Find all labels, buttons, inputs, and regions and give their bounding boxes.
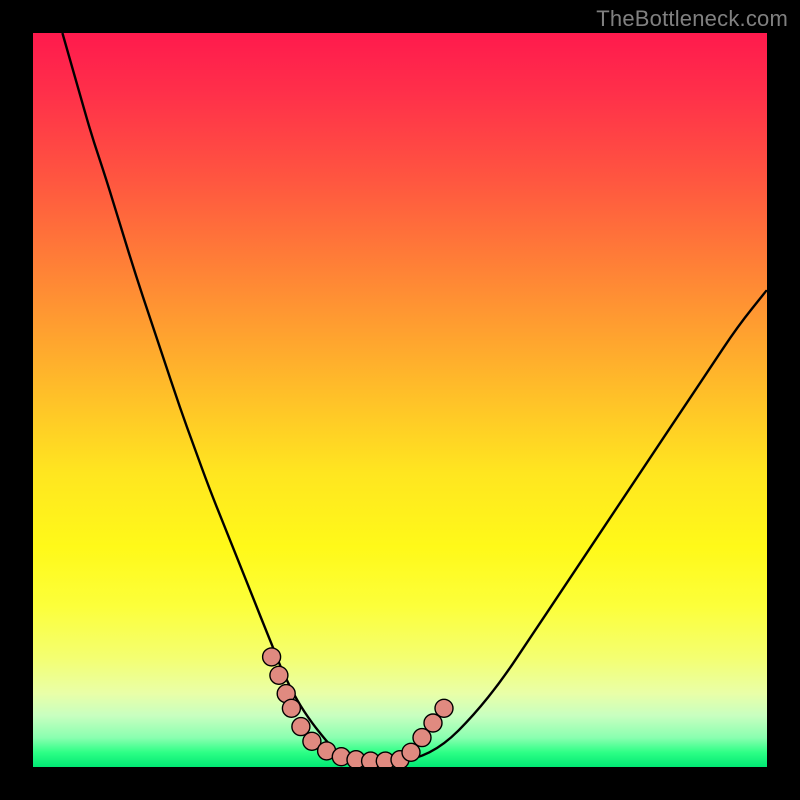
curve-marker	[282, 699, 300, 717]
curve-marker	[435, 699, 453, 717]
bottleneck-curve	[62, 33, 767, 761]
curve-marker	[263, 648, 281, 666]
chart-overlay	[33, 33, 767, 767]
curve-marker	[270, 666, 288, 684]
plot-area	[33, 33, 767, 767]
chart-frame: TheBottleneck.com	[0, 0, 800, 800]
curve-markers	[263, 648, 453, 767]
watermark-text: TheBottleneck.com	[596, 6, 788, 32]
